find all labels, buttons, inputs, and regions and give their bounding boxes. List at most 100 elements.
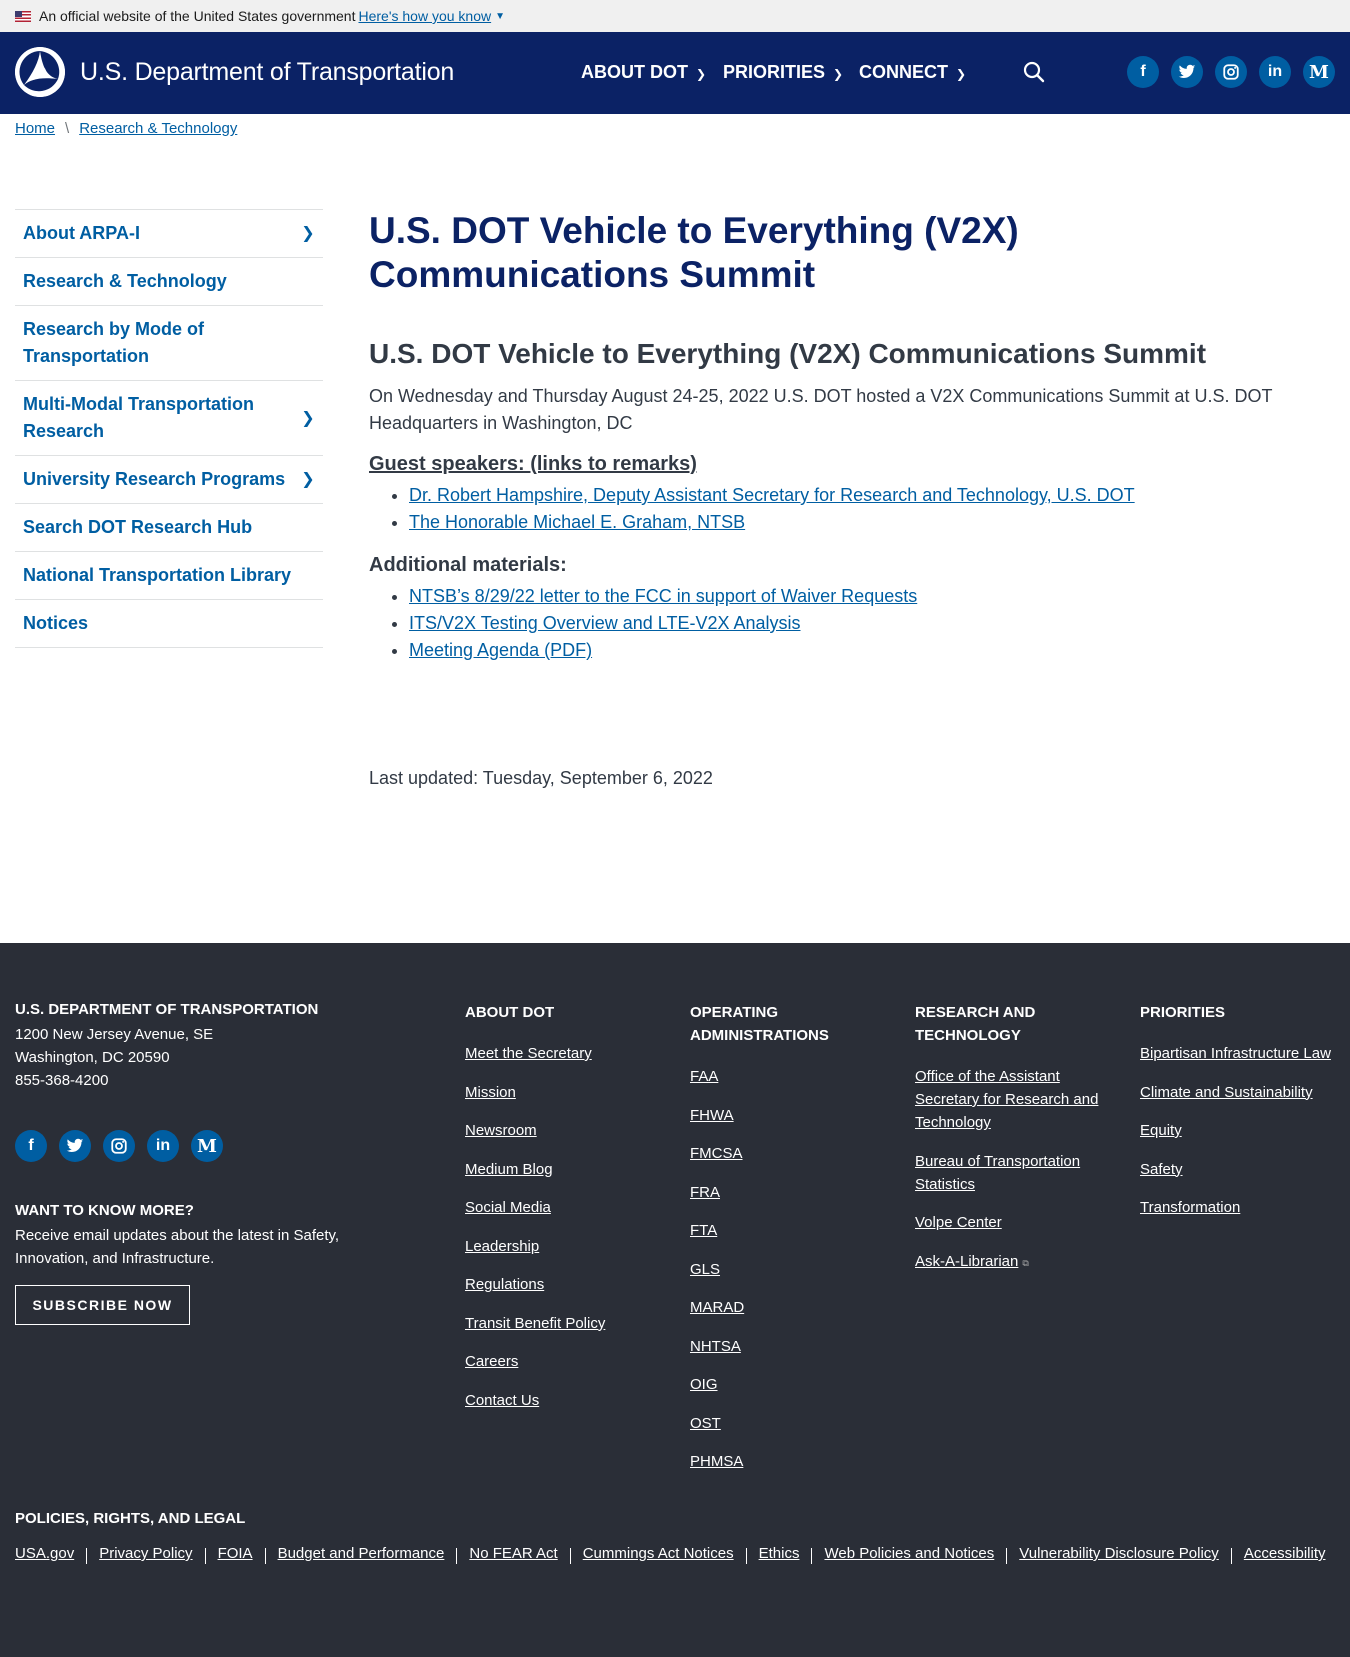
external-link-icon: ⧉ xyxy=(1022,1257,1029,1268)
chevron-down-icon: ❯ xyxy=(696,67,707,81)
footer-link[interactable]: GLS xyxy=(690,1261,720,1278)
sidebar-item-label: Notices xyxy=(23,613,89,633)
nav-priorities[interactable]: PRIORITIES ❯ xyxy=(723,62,843,83)
subscribe-button[interactable]: SUBSCRIBE NOW xyxy=(15,1285,190,1325)
footer-col-about: ABOUT DOT Meet the Secretary Mission New… xyxy=(465,1001,655,1427)
footer-link[interactable]: Safety xyxy=(1140,1161,1183,1178)
legal-links: USA.gov Privacy Policy FOIA Budget and P… xyxy=(15,1545,1326,1564)
legal-link-accessibility[interactable]: Accessibility xyxy=(1244,1545,1326,1564)
twitter-icon[interactable] xyxy=(59,1130,91,1162)
footer-link[interactable]: Climate and Sustainability xyxy=(1140,1084,1313,1101)
footer-link[interactable]: Transit Benefit Policy xyxy=(465,1315,605,1332)
nav-connect[interactable]: CONNECT ❯ xyxy=(859,62,966,83)
sidebar-item-national-transportation-library[interactable]: National Transportation Library xyxy=(15,552,323,600)
linkedin-icon[interactable]: in xyxy=(1259,56,1291,88)
chevron-right-icon[interactable]: ❯ xyxy=(301,220,315,247)
footer-link[interactable]: FRA xyxy=(690,1184,720,1201)
sidebar-item-notices[interactable]: Notices xyxy=(15,600,323,648)
site-title[interactable]: U.S. Department of Transportation xyxy=(80,58,454,87)
footer-link[interactable]: Mission xyxy=(465,1084,516,1101)
sidebar-item-about-arpa-i[interactable]: About ARPA-I ❯ xyxy=(15,210,323,258)
linkedin-icon[interactable]: in xyxy=(147,1130,179,1162)
footer-link[interactable]: FTA xyxy=(690,1222,717,1239)
footer-link[interactable]: Transformation xyxy=(1140,1199,1240,1216)
footer-link[interactable]: Meet the Secretary xyxy=(465,1045,592,1062)
facebook-icon[interactable]: f xyxy=(1127,56,1159,88)
footer-link[interactable]: Regulations xyxy=(465,1276,544,1293)
instagram-icon[interactable] xyxy=(103,1130,135,1162)
sidebar-item-label: Research by Mode of Transportation xyxy=(23,319,205,366)
breadcrumb-research-technology[interactable]: Research & Technology xyxy=(79,120,237,137)
legal-link-vulnerability[interactable]: Vulnerability Disclosure Policy xyxy=(1019,1545,1219,1564)
dot-logo-icon[interactable] xyxy=(15,47,65,97)
sidebar-item-multi-modal-research[interactable]: Multi-Modal Transportation Research ❯ xyxy=(15,381,323,456)
footer-link[interactable]: Social Media xyxy=(465,1199,551,1216)
sidebar-item-label: University Research Programs xyxy=(23,469,286,489)
footer-link[interactable]: OIG xyxy=(690,1376,718,1393)
divider xyxy=(264,1548,266,1564)
chevron-down-icon[interactable]: ▼ xyxy=(495,11,505,22)
divider xyxy=(86,1548,88,1564)
footer-link[interactable]: Equity xyxy=(1140,1122,1182,1139)
footer-link[interactable]: NHTSA xyxy=(690,1338,741,1355)
sidebar-item-research-by-mode[interactable]: Research by Mode of Transportation xyxy=(15,306,323,381)
legal-link-privacy[interactable]: Privacy Policy xyxy=(99,1545,192,1564)
sidebar-item-research-technology[interactable]: Research & Technology xyxy=(15,258,323,306)
footer-link[interactable]: FHWA xyxy=(690,1107,734,1124)
footer-link[interactable]: Careers xyxy=(465,1353,518,1370)
footer-link[interactable]: Medium Blog xyxy=(465,1161,553,1178)
footer-link[interactable]: Ask-A-Librarian xyxy=(915,1253,1018,1270)
nav-about-dot[interactable]: ABOUT DOT ❯ xyxy=(581,62,706,83)
nav-label: ABOUT DOT xyxy=(581,62,688,82)
footer-col-heading: RESEARCH AND TECHNOLOGY xyxy=(915,1004,1036,1044)
chevron-right-icon[interactable]: ❯ xyxy=(301,466,315,493)
footer-link[interactable]: Bipartisan Infrastructure Law xyxy=(1140,1045,1331,1062)
search-icon[interactable] xyxy=(1022,60,1046,84)
footer-link[interactable]: PHMSA xyxy=(690,1453,743,1470)
footer-link[interactable]: FMCSA xyxy=(690,1145,743,1162)
sidebar-item-search-research-hub[interactable]: Search DOT Research Hub xyxy=(15,504,323,552)
footer-link[interactable]: Volpe Center xyxy=(915,1214,1002,1231)
breadcrumb: Home \ Research & Technology xyxy=(15,120,237,137)
material-link-its-v2x[interactable]: ITS/V2X Testing Overview and LTE-V2X Ana… xyxy=(409,613,801,633)
instagram-icon[interactable] xyxy=(1215,56,1247,88)
footer-col-operating: OPERATING ADMINISTRATIONS FAA FHWA FMCSA… xyxy=(690,1001,860,1489)
breadcrumb-home[interactable]: Home xyxy=(15,120,55,137)
footer-link[interactable]: Contact Us xyxy=(465,1392,539,1409)
footer-link[interactable]: Leadership xyxy=(465,1238,539,1255)
guest-link-graham[interactable]: The Honorable Michael E. Graham, NTSB xyxy=(409,512,745,532)
sidebar-nav: About ARPA-I ❯ Research & Technology Res… xyxy=(15,209,323,648)
legal-link-ethics[interactable]: Ethics xyxy=(759,1545,800,1564)
official-site-text: An official website of the United States… xyxy=(39,8,356,24)
twitter-icon[interactable] xyxy=(1171,56,1203,88)
chevron-right-icon[interactable]: ❯ xyxy=(301,405,315,432)
chevron-down-icon: ❯ xyxy=(956,67,967,81)
material-link-ntsb-letter[interactable]: NTSB’s 8/29/22 letter to the FCC in supp… xyxy=(409,586,917,606)
how-you-know-link[interactable]: Here's how you know xyxy=(358,8,491,24)
material-link-agenda[interactable]: Meeting Agenda (PDF) xyxy=(409,640,592,660)
footer-link[interactable]: Newsroom xyxy=(465,1122,537,1139)
footer-link[interactable]: Office of the Assistant Secretary for Re… xyxy=(915,1068,1098,1131)
guest-link-hampshire[interactable]: Dr. Robert Hampshire, Deputy Assistant S… xyxy=(409,485,1135,505)
legal-heading: POLICIES, RIGHTS, AND LEGAL xyxy=(15,1510,246,1527)
legal-link-usa-gov[interactable]: USA.gov xyxy=(15,1545,74,1564)
legal-link-no-fear[interactable]: No FEAR Act xyxy=(469,1545,557,1564)
additional-materials-heading: Additional materials: xyxy=(369,554,567,576)
legal-link-cummings[interactable]: Cummings Act Notices xyxy=(583,1545,734,1564)
divider xyxy=(1230,1548,1232,1564)
facebook-icon[interactable]: f xyxy=(15,1130,47,1162)
medium-icon[interactable]: M xyxy=(191,1130,223,1162)
footer-link[interactable]: MARAD xyxy=(690,1299,744,1316)
medium-icon[interactable]: M xyxy=(1303,56,1335,88)
legal-link-web-policies[interactable]: Web Policies and Notices xyxy=(824,1545,994,1564)
legal-link-foia[interactable]: FOIA xyxy=(218,1545,253,1564)
footer-link[interactable]: Bureau of Transportation Statistics xyxy=(915,1153,1080,1193)
breadcrumb-separator: \ xyxy=(65,120,70,137)
guest-speakers-list: Dr. Robert Hampshire, Deputy Assistant S… xyxy=(369,482,1309,536)
legal-link-budget[interactable]: Budget and Performance xyxy=(278,1545,445,1564)
footer-link[interactable]: FAA xyxy=(690,1068,718,1085)
footer-link[interactable]: OST xyxy=(690,1415,721,1432)
nav-label: CONNECT xyxy=(859,62,948,82)
sidebar-item-university-research-programs[interactable]: University Research Programs ❯ xyxy=(15,456,323,504)
sidebar-item-label: Research & Technology xyxy=(23,271,227,291)
